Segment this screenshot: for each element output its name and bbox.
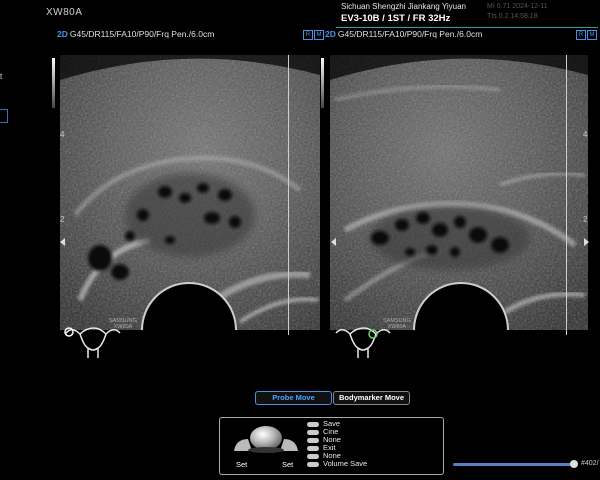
trackball-menu: Save Cine None Exit None Volume Save xyxy=(307,420,367,468)
left-ultrasound-image xyxy=(60,55,320,330)
probe-move-button[interactable]: Probe Move xyxy=(255,391,332,405)
left-depth-label-2: 2 xyxy=(60,215,65,224)
menu-item-volume-save[interactable]: Volume Save xyxy=(307,460,367,468)
left-grayscale-bar xyxy=(52,58,55,108)
cine-slider-track[interactable] xyxy=(453,463,577,466)
right-set-label[interactable]: Set xyxy=(282,460,293,469)
trackball-panel: Set Set Save Cine None Exit None Volume … xyxy=(219,417,444,475)
left-uterus-bodymarker[interactable] xyxy=(64,327,121,358)
ultrasound-display[interactable] xyxy=(0,0,600,480)
right-guide-line xyxy=(566,55,567,335)
right-ultrasound-image xyxy=(330,55,588,330)
key-pill-icon xyxy=(307,461,319,467)
left-depth-label-4: 4 xyxy=(60,130,65,139)
left-guide-line xyxy=(288,55,289,335)
cine-slider-handle[interactable] xyxy=(570,460,578,468)
bodymarker-move-button[interactable]: Bodymarker Move xyxy=(333,391,410,405)
key-pill-icon xyxy=(307,437,319,443)
cine-frame-count: #402/ xyxy=(581,460,599,467)
right-uterus-bodymarker[interactable] xyxy=(335,327,391,358)
menu-item-none[interactable]: None xyxy=(307,436,367,444)
key-pill-icon xyxy=(307,421,319,427)
key-pill-icon xyxy=(307,445,319,451)
right-depth-label-4: 4 xyxy=(583,130,588,139)
key-pill-icon xyxy=(307,429,319,435)
left-focus-marker[interactable] xyxy=(60,238,65,246)
right-grayscale-bar xyxy=(321,58,324,108)
right-probe-logo: SAMSUNG XW80A xyxy=(383,318,411,330)
left-set-label[interactable]: Set xyxy=(236,460,247,469)
key-pill-icon xyxy=(307,453,319,459)
right-focus-marker[interactable] xyxy=(584,238,589,246)
right-depth-label-2: 2 xyxy=(583,215,588,224)
left-probe-logo: SAMSUNG XW80A xyxy=(109,318,137,330)
right-left-focus-marker[interactable] xyxy=(331,238,336,246)
